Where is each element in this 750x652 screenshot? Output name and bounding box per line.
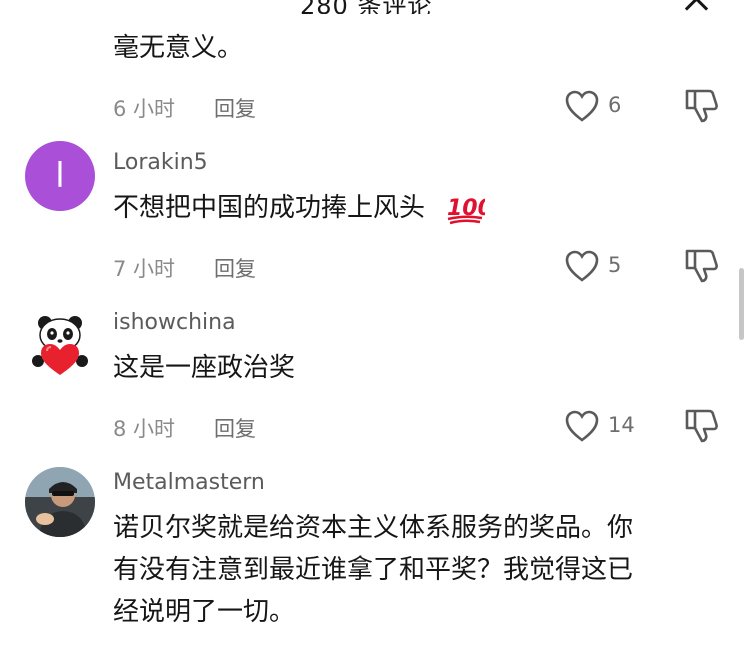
avatar[interactable] [25,309,95,379]
comment-time: 7 小时 [113,257,176,281]
like-count: 14 [608,413,635,437]
comment-text: 不想把中国的成功捧上风头 [113,193,426,223]
heart-icon[interactable] [565,410,599,442]
reply-button[interactable]: 回复 [214,93,256,123]
comment-text: 这是一座政治奖 [113,353,296,383]
comment-username[interactable]: Lorakin5 [113,150,208,175]
close-icon[interactable] [683,0,709,12]
comment-username[interactable]: ishowchina [113,310,236,335]
comment-time: 8 小时 [113,417,176,441]
comment-text-row: 不想把中国的成功捧上风头 100 [113,187,723,229]
comment-time: 6 小时 [113,97,176,121]
comment-text: 诺贝尔奖就是给资本主义体系服务的奖品。你 有没有注意到最近谁拿了和平奖？我觉得这… [113,507,723,633]
dislike-icon[interactable] [683,88,719,124]
comment-text-line: 诺贝尔奖就是给资本主义体系服务的奖品。你 [113,513,634,543]
photo-avatar-icon [25,467,95,537]
avatar-letter: l [55,156,65,196]
panda-heart-icon [32,316,88,375]
reply-button[interactable]: 回复 [214,253,256,283]
reply-button[interactable]: 回复 [214,413,256,443]
comment-text-line: 经说明了一切。 [113,597,296,627]
comment-text-line: 有没有注意到最近谁拿了和平奖？我觉得这已 [113,555,634,585]
scrollbar[interactable] [739,268,744,340]
comment-text: 毫无意义。 [113,33,244,63]
avatar[interactable]: l [25,141,95,211]
heart-icon[interactable] [565,250,599,282]
dislike-icon[interactable] [683,408,719,444]
comments-count-title: 280 条评论 [300,0,433,14]
heart-icon[interactable] [565,90,599,122]
like-count: 6 [608,93,622,117]
avatar[interactable] [25,467,95,537]
dislike-icon[interactable] [683,248,719,284]
sheet-header: 280 条评论 [0,0,750,14]
like-count: 5 [608,253,622,277]
comment-username[interactable]: Metalmastern [113,470,265,495]
hundred-points-icon: 100 [447,196,485,224]
